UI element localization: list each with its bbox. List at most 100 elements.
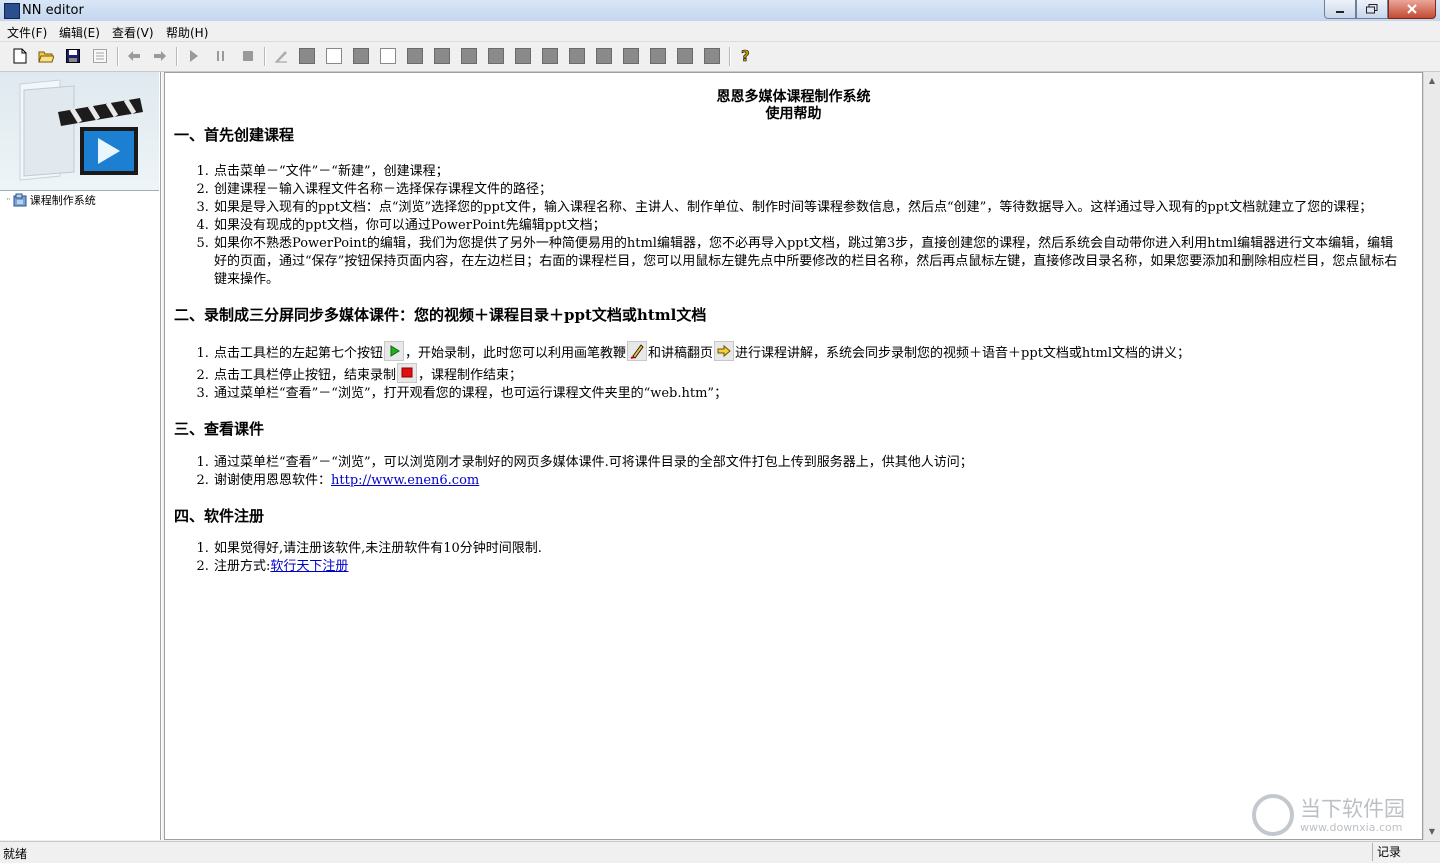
scroll-down-button[interactable]: ▼ xyxy=(1424,823,1440,840)
arrow-left-icon xyxy=(128,51,140,61)
list-item: 如果你不熟悉PowerPoint的编辑，我们为您提供了另外一种简便易用的html… xyxy=(213,235,1400,289)
list-item: 如果是导入现有的ppt文档：点“浏览”选择您的ppt文件，输入课程名称、主讲人、… xyxy=(213,199,1400,217)
toolbar-separator xyxy=(117,47,119,66)
toolbar-separator xyxy=(176,47,178,66)
tree-item-course[interactable]: ·· 课程制作系统 xyxy=(6,192,96,208)
tool-placeholder-icon xyxy=(488,48,504,64)
tree-line: ·· xyxy=(6,195,11,205)
pause-button[interactable] xyxy=(213,48,229,64)
tool-button[interactable] xyxy=(596,48,612,64)
vertical-scrollbar[interactable]: ▲ ▼ xyxy=(1423,72,1440,840)
tool-button[interactable] xyxy=(299,48,315,64)
tool-placeholder-icon xyxy=(650,48,666,64)
list-item-text: 进行课程讲解，系统会同步录制您的视频＋语音＋ppt文档或html文档的讲义； xyxy=(735,346,1190,361)
back-button[interactable] xyxy=(126,48,142,64)
tool-button[interactable] xyxy=(407,48,423,64)
restore-icon xyxy=(1366,4,1378,14)
list-item: 通过菜单栏“查看”－“浏览”，可以浏览刚才录制好的网页多媒体课件.可将课件目录的… xyxy=(213,454,1400,472)
record-button[interactable] xyxy=(186,48,202,64)
doc-title: 恩恩多媒体课程制作系统 使用帮助 xyxy=(165,89,1422,123)
tool-button[interactable] xyxy=(569,48,585,64)
menu-view[interactable]: 查看(V) xyxy=(112,24,154,41)
tool-placeholder-icon xyxy=(461,48,477,64)
doc-title-line1: 恩恩多媒体课程制作系统 xyxy=(716,89,871,105)
tool-placeholder-icon xyxy=(596,48,612,64)
tool-button[interactable] xyxy=(488,48,504,64)
list-item: 注册方式:软行天下注册 xyxy=(213,558,1400,576)
list-item-text: ，课程制作结束； xyxy=(418,368,523,383)
arrow-right-icon xyxy=(154,51,166,61)
open-button[interactable] xyxy=(38,48,54,64)
save-button[interactable] xyxy=(65,48,81,64)
tool-button[interactable] xyxy=(623,48,639,64)
svg-text:?: ? xyxy=(741,48,750,64)
pause-icon xyxy=(217,51,224,61)
list-item: 谢谢使用恩恩软件：http://www.enen6.com xyxy=(213,472,1400,490)
section-list-view: 通过菜单栏“查看”－“浏览”，可以浏览刚才录制好的网页多媒体课件.可将课件目录的… xyxy=(165,454,1422,490)
tool-button[interactable] xyxy=(542,48,558,64)
stop-icon xyxy=(243,51,253,61)
tool-placeholder-icon xyxy=(515,48,531,64)
stop-inline-icon xyxy=(397,363,418,383)
forward-button[interactable] xyxy=(152,48,168,64)
app-icon xyxy=(4,3,20,19)
new-button[interactable] xyxy=(12,48,28,64)
list-item: 通过菜单栏“查看”－“浏览”，打开观看您的课程，也可运行课程文件夹里的“web.… xyxy=(213,385,1400,403)
menu-edit[interactable]: 编辑(E) xyxy=(59,24,100,41)
help-content-pane: 恩恩多媒体课程制作系统 使用帮助 一、首先创建课程 点击菜单－“文件”－“新建”… xyxy=(164,72,1423,840)
menu-help[interactable]: 帮助(H) xyxy=(166,24,208,41)
tool-button[interactable] xyxy=(434,48,450,64)
register-link[interactable]: 软行天下注册 xyxy=(270,559,348,574)
clapperboard-banner-icon xyxy=(0,72,159,191)
menu-file[interactable]: 文件(F) xyxy=(7,24,47,41)
stop-button[interactable] xyxy=(240,48,256,64)
tool-placeholder-icon xyxy=(407,48,423,64)
pen-icon xyxy=(275,51,287,63)
toolbar-separator xyxy=(729,47,731,66)
list-item-text: ，开始录制，此时您可以利用画笔教鞭 xyxy=(405,346,627,361)
scroll-up-button[interactable]: ▲ xyxy=(1424,72,1440,89)
tool-placeholder-icon xyxy=(704,48,720,64)
tool-placeholder-icon xyxy=(326,48,342,64)
list-item: 点击工具栏停止按钮，结束录制 ，课程制作结束； xyxy=(213,363,1400,385)
watermark-logo-icon xyxy=(1252,794,1294,836)
document-list-icon xyxy=(93,49,107,63)
pen-button[interactable] xyxy=(273,48,289,64)
tool-placeholder-icon xyxy=(353,48,369,64)
close-button[interactable] xyxy=(1388,0,1436,19)
list-item-text: 注册方式: xyxy=(214,559,271,574)
window-title: NN editor xyxy=(22,3,84,18)
list-item: 如果没有现成的ppt文档，你可以通过PowerPoint先编辑ppt文档； xyxy=(213,217,1400,235)
help-button[interactable]: ? xyxy=(738,48,754,64)
section-list-register: 如果觉得好,请注册该软件,未注册软件有10分钟时间限制. 注册方式:软行天下注册 xyxy=(165,540,1422,576)
record-play-inline-icon xyxy=(384,341,405,361)
section-heading-register: 四、软件注册 xyxy=(174,507,265,525)
tool-button[interactable] xyxy=(461,48,477,64)
properties-button[interactable] xyxy=(92,48,108,64)
list-item-text: 和讲稿翻页 xyxy=(648,346,714,361)
tool-button[interactable] xyxy=(704,48,720,64)
section-heading-view: 三、查看课件 xyxy=(174,420,265,438)
minimize-button[interactable] xyxy=(1324,0,1356,19)
website-link[interactable]: http://www.enen6.com xyxy=(331,473,479,488)
title-bar: NN editor xyxy=(0,0,1440,22)
watermark: 当下软件园 www.downxia.com xyxy=(1252,794,1405,836)
tool-button[interactable] xyxy=(380,48,396,64)
scroll-up-arrow-icon: ▲ xyxy=(1428,76,1436,85)
tool-button[interactable] xyxy=(353,48,369,64)
tool-button[interactable] xyxy=(677,48,693,64)
section-list-create: 点击菜单－“文件”－“新建”，创建课程； 创建课程－输入课程文件名称－选择保存课… xyxy=(165,163,1422,289)
tool-placeholder-icon xyxy=(299,48,315,64)
list-item: 点击工具栏的左起第七个按钮 ，开始录制，此时您可以利用画笔教鞭 和讲稿翻页 进行课程讲… xyxy=(213,341,1400,363)
tool-placeholder-icon xyxy=(542,48,558,64)
maximize-button[interactable] xyxy=(1356,0,1388,19)
list-item: 创建课程－输入课程文件名称－选择保存课程文件的路径； xyxy=(213,181,1400,199)
tool-button[interactable] xyxy=(326,48,342,64)
scroll-down-arrow-icon: ▼ xyxy=(1428,827,1436,836)
window-controls xyxy=(1324,0,1436,19)
tool-button[interactable] xyxy=(515,48,531,64)
tool-button[interactable] xyxy=(650,48,666,64)
tool-placeholder-icon xyxy=(380,48,396,64)
watermark-url: www.downxia.com xyxy=(1300,820,1403,834)
tree-item-label: 课程制作系统 xyxy=(29,194,96,207)
